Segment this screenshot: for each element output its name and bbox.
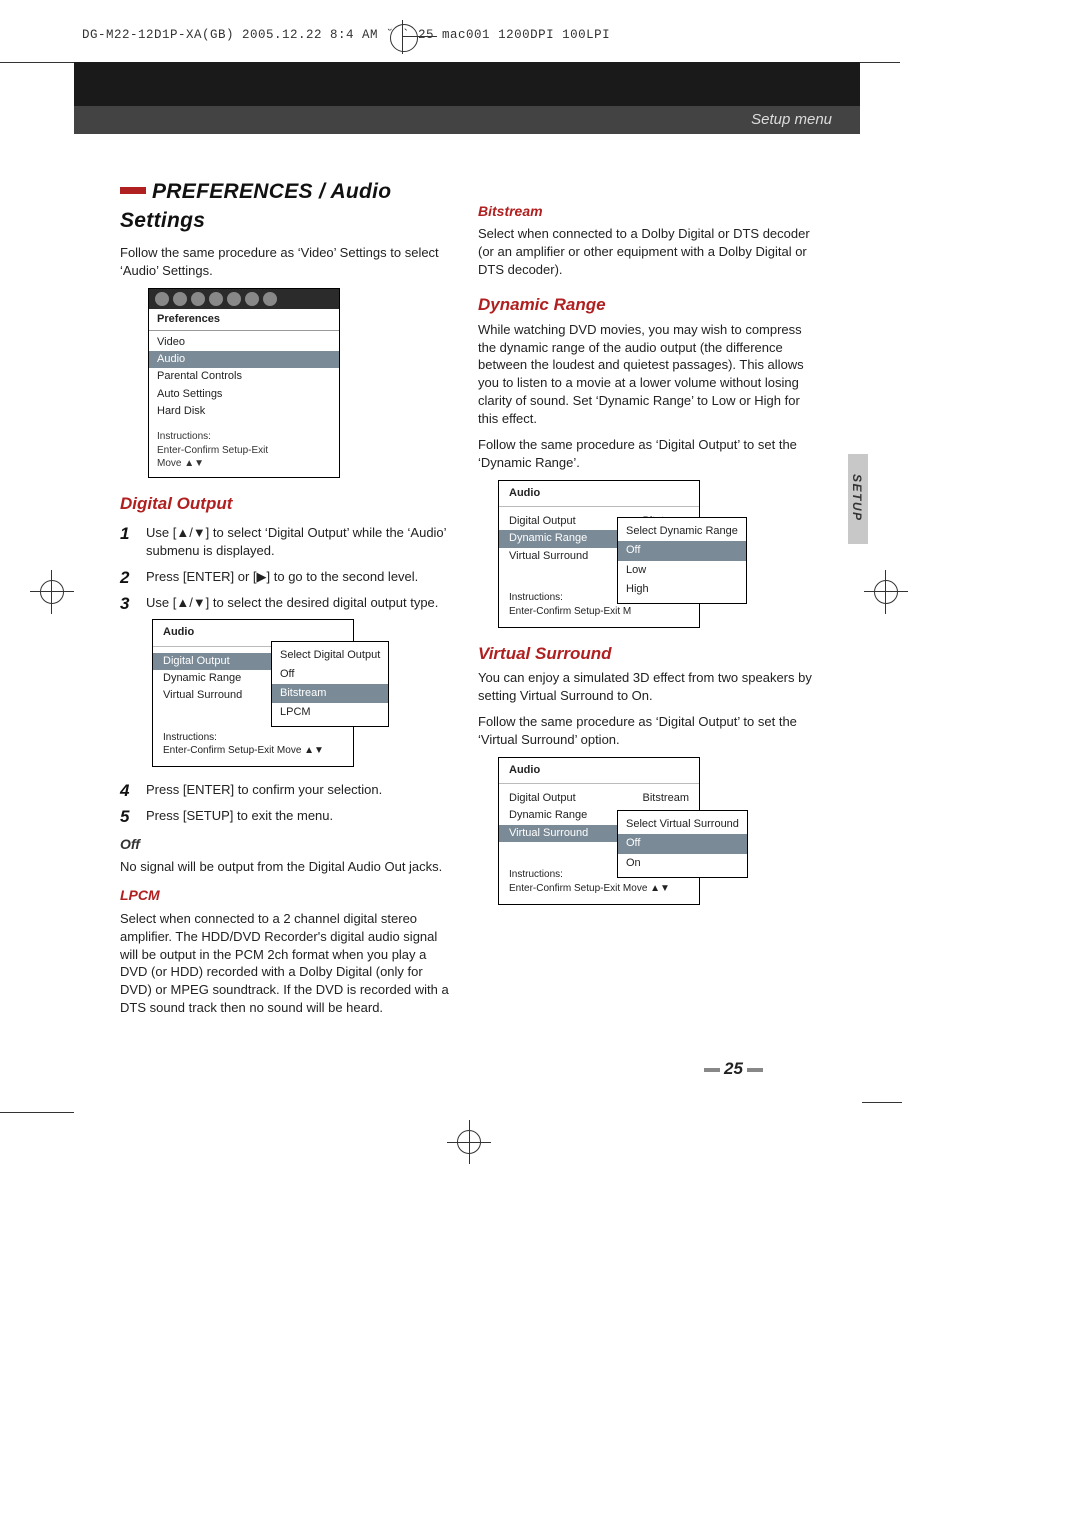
menu-icon [209, 292, 223, 306]
audio-menu-digital-output: Audio Digital OutputBi Dynamic Range Vir… [152, 619, 354, 767]
registration-mark-right [864, 570, 908, 614]
dynamic-range-heading: Dynamic Range [478, 293, 814, 316]
step: 2Press [ENTER] or [▶] to go to the secon… [120, 568, 456, 586]
menu-item: Parental Controls [157, 368, 331, 385]
page-number: 25 [700, 1059, 767, 1079]
popout-menu: Select Virtual Surround Off On [617, 810, 748, 878]
step-text: Use [▲/▼] to select the desired digital … [146, 595, 438, 610]
trim-line [0, 1112, 74, 1113]
right-column: Bitstream Select when connected to a Dol… [478, 192, 814, 919]
instr-line: Enter-Confirm Setup-Exit Move ▲▼ [163, 744, 343, 758]
menu-icon [173, 292, 187, 306]
popout-item: Low [626, 561, 738, 580]
section-title-text: PREFERENCES / Audio Settings [120, 180, 391, 232]
menu-icon [227, 292, 241, 306]
instr-line: Enter-Confirm Setup-Exit M [509, 605, 689, 619]
step: 4Press [ENTER] to confirm your selection… [120, 781, 456, 799]
dynamic-range-text1: While watching DVD movies, you may wish … [478, 321, 814, 429]
menu-row: Digital OutputBitstream [509, 790, 689, 807]
menu-instructions: Instructions: Enter-Confirm Setup-Exit M… [149, 426, 339, 477]
instr-line: Enter-Confirm Setup-Exit Move ▲▼ [509, 882, 689, 896]
popout-title: Select Virtual Surround [626, 815, 739, 834]
trim-line [862, 1102, 902, 1103]
trim-line [860, 62, 900, 63]
digital-output-heading: Digital Output [120, 492, 456, 515]
lpcm-heading: LPCM [120, 886, 456, 905]
popout-item-selected: Bitstream [272, 684, 388, 703]
registration-v [469, 1120, 470, 1164]
menu-icon [155, 292, 169, 306]
instr-move: Move ▲▼ [157, 457, 331, 471]
virtual-surround-heading: Virtual Surround [478, 642, 814, 665]
audio-menu-virtual-surround: Audio Digital OutputBitstream Dynamic Ra… [498, 757, 700, 905]
popout-title: Select Dynamic Range [626, 522, 738, 541]
virtual-surround-text1: You can enjoy a simulated 3D effect from… [478, 669, 814, 705]
section-title: PREFERENCES / Audio Settings [120, 178, 456, 236]
menu-iconbar [149, 289, 339, 309]
step: 5Press [SETUP] to exit the menu. [120, 807, 456, 825]
popout-item-selected: Off [618, 834, 747, 853]
step-text: Press [SETUP] to exit the menu. [146, 808, 333, 823]
step-text: Use [▲/▼] to select ‘Digital Output’ whi… [146, 525, 446, 558]
popout-menu: Select Dynamic Range Off Low High [617, 517, 747, 604]
step-text: Press [ENTER] to confirm your selection. [146, 782, 382, 797]
off-heading: Off [120, 835, 456, 854]
menu-title: Audio [499, 758, 699, 784]
bitstream-heading: Bitstream [478, 202, 814, 221]
steps-list-1: 1Use [▲/▼] to select ‘Digital Output’ wh… [120, 524, 456, 612]
step: 1Use [▲/▼] to select ‘Digital Output’ wh… [120, 524, 456, 560]
menu-item: Video [157, 334, 331, 351]
instr-label: Instructions: [157, 430, 331, 444]
registration-mark-top-line [403, 36, 437, 37]
dynamic-range-text2: Follow the same procedure as ‘Digital Ou… [478, 436, 814, 472]
step: 3Use [▲/▼] to select the desired digital… [120, 594, 456, 612]
intro-text: Follow the same procedure as ‘Video’ Set… [120, 244, 456, 280]
menu-item: Auto Settings [157, 386, 331, 403]
step-text: Press [ENTER] or [▶] to go to the second… [146, 569, 418, 584]
instr-label: Instructions: [163, 731, 343, 745]
trim-line [0, 62, 74, 63]
registration-mark-left [30, 570, 74, 614]
menu-item-selected: Audio [149, 351, 339, 368]
setup-tab: SETUP [848, 454, 868, 544]
instr-line: Enter-Confirm Setup-Exit [157, 444, 331, 458]
bitstream-text: Select when connected to a Dolby Digital… [478, 225, 814, 279]
menu-icon [263, 292, 277, 306]
registration-mark-top [390, 24, 416, 50]
off-text: No signal will be output from the Digita… [120, 858, 456, 876]
menu-title: Preferences [149, 309, 339, 331]
popout-item: High [626, 580, 738, 599]
popout-menu: Select Digital Output Off Bitstream LPCM [271, 641, 389, 728]
popout-item: LPCM [280, 703, 380, 722]
menu-item: Hard Disk [157, 403, 331, 420]
menu-instructions: Instructions: Enter-Confirm Setup-Exit M… [153, 725, 353, 767]
popout-item: Off [280, 665, 380, 684]
popout-item-selected: Off [618, 541, 746, 560]
popout-item: On [626, 854, 739, 873]
menu-icon [191, 292, 205, 306]
menu-title: Audio [499, 481, 699, 507]
breadcrumb: Setup menu [74, 106, 860, 134]
print-meta-header: DG-M22-12D1P-XA(GB) 2005.12.22 8:4 AM ˘ … [82, 28, 610, 42]
left-column: PREFERENCES / Audio Settings Follow the … [120, 178, 456, 1025]
steps-list-2: 4Press [ENTER] to confirm your selection… [120, 781, 456, 825]
audio-menu-dynamic-range: Audio Digital OutputBitstream Dynamic Ra… [498, 480, 700, 628]
lpcm-text: Select when connected to a 2 channel dig… [120, 910, 456, 1018]
red-bar-icon [120, 187, 146, 194]
menu-icon [245, 292, 259, 306]
virtual-surround-text2: Follow the same procedure as ‘Digital Ou… [478, 713, 814, 749]
setup-tab-label: SETUP [850, 474, 864, 522]
popout-title: Select Digital Output [280, 646, 380, 665]
preferences-menu: Preferences Video Audio Parental Control… [148, 288, 340, 478]
menu-body: Video Audio Parental Controls Auto Setti… [149, 331, 339, 426]
